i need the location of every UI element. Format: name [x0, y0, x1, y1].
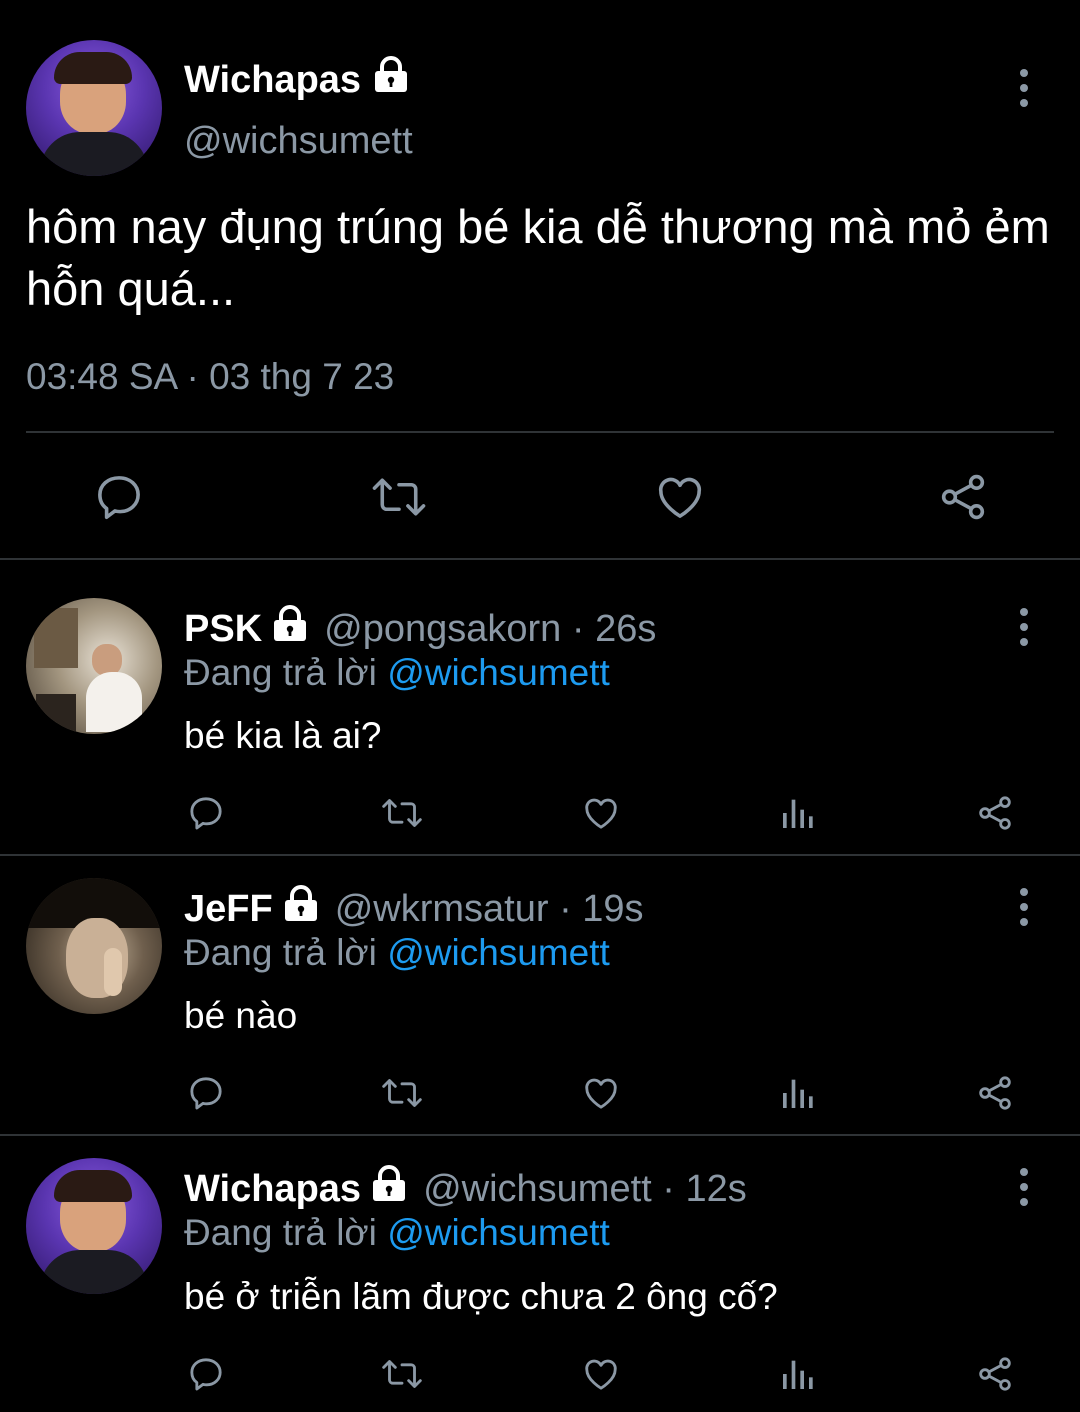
retweet-icon[interactable] — [370, 470, 428, 524]
retweet-icon[interactable] — [380, 1073, 424, 1113]
mention-link[interactable]: @wichsumett — [387, 1212, 610, 1253]
reply-header: PSK @pongsakorn · 26s — [184, 605, 656, 653]
author-handle[interactable]: @wkrmsatur · 19s — [335, 888, 644, 931]
replying-to: Đang trả lời @wichsumett — [184, 932, 610, 973]
reply-icon[interactable] — [186, 1073, 226, 1113]
tweet-text: bé ở triễn lãm được chưa 2 ông cố? — [184, 1276, 778, 1317]
more-options-icon[interactable] — [1019, 888, 1029, 926]
avatar[interactable] — [26, 878, 162, 1014]
reply-header: Wichapas @wichsumett · 12s — [184, 1165, 747, 1213]
author-handle[interactable]: @wichsumett — [184, 120, 413, 163]
divider — [0, 558, 1080, 560]
divider — [0, 854, 1080, 856]
lock-icon — [270, 605, 310, 653]
share-icon[interactable] — [975, 1354, 1015, 1394]
like-icon[interactable] — [652, 470, 708, 524]
author-name[interactable]: PSK — [184, 608, 262, 651]
share-icon[interactable] — [975, 1073, 1015, 1113]
author-name[interactable]: Wichapas — [184, 56, 411, 104]
like-icon[interactable] — [580, 1073, 622, 1113]
tweet-text: bé nào — [184, 995, 298, 1036]
tweet-text: hôm nay đụng trúng bé kia dễ thương mà m… — [26, 200, 1050, 315]
avatar[interactable] — [26, 598, 162, 734]
tweet-text: bé kia là ai? — [184, 715, 382, 756]
more-options-icon[interactable] — [1019, 1168, 1029, 1206]
divider — [26, 431, 1054, 433]
like-icon[interactable] — [580, 793, 622, 833]
tweet-timestamp: 03:48 SA · 03 thg 7 23 — [26, 356, 395, 397]
author-handle[interactable]: @pongsakorn · 26s — [324, 608, 656, 651]
more-options-icon[interactable] — [1019, 69, 1029, 107]
avatar[interactable] — [26, 40, 162, 176]
mention-link[interactable]: @wichsumett — [387, 932, 610, 973]
author-name[interactable]: Wichapas — [184, 1168, 361, 1211]
reply-icon[interactable] — [186, 793, 226, 833]
reply-header: JeFF @wkrmsatur · 19s — [184, 885, 644, 933]
retweet-icon[interactable] — [380, 793, 424, 833]
replying-to: Đang trả lời @wichsumett — [184, 652, 610, 693]
divider — [0, 1134, 1080, 1136]
avatar[interactable] — [26, 1158, 162, 1294]
share-icon[interactable] — [936, 470, 990, 524]
like-icon[interactable] — [580, 1354, 622, 1394]
share-icon[interactable] — [975, 793, 1015, 833]
more-options-icon[interactable] — [1019, 608, 1029, 646]
author-handle[interactable]: @wichsumett · 12s — [423, 1168, 747, 1211]
author-name[interactable]: JeFF — [184, 888, 273, 931]
reply-icon[interactable] — [92, 470, 146, 524]
views-icon[interactable] — [778, 1073, 818, 1113]
retweet-icon[interactable] — [380, 1354, 424, 1394]
lock-icon — [369, 1165, 409, 1213]
views-icon[interactable] — [778, 793, 818, 833]
replying-to: Đang trả lời @wichsumett — [184, 1212, 610, 1253]
mention-link[interactable]: @wichsumett — [387, 652, 610, 693]
views-icon[interactable] — [778, 1354, 818, 1394]
reply-icon[interactable] — [186, 1354, 226, 1394]
lock-icon — [371, 56, 411, 104]
lock-icon — [281, 885, 321, 933]
